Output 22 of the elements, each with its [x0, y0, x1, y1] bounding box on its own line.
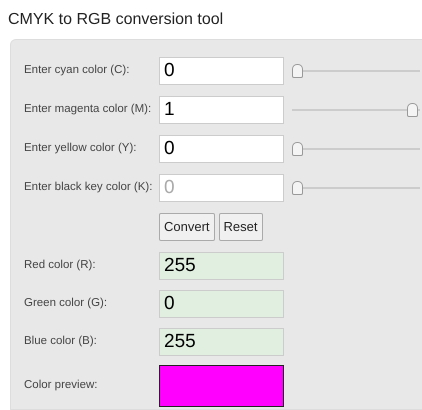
page-title: CMYK to RGB conversion tool [8, 10, 224, 30]
slider-thumb[interactable] [292, 180, 303, 194]
output-field[interactable]: 255 [159, 328, 284, 356]
reset-button[interactable]: Reset [218, 213, 262, 241]
output-field[interactable]: 255 [159, 252, 284, 280]
field-label: Enter cyan color (C): [24, 62, 130, 78]
slider-thumb[interactable] [292, 142, 303, 156]
input-field[interactable]: 0 [159, 56, 284, 84]
field-label: Enter yellow color (Y): [24, 140, 138, 156]
output-field[interactable]: 0 [159, 290, 284, 318]
convert-button[interactable]: Convert [159, 213, 215, 241]
input-field[interactable]: 0 [159, 134, 284, 162]
field-label: Blue color (B): [24, 334, 98, 350]
field-label: Red color (R): [24, 258, 97, 274]
input-field[interactable]: 1 [159, 96, 284, 124]
field-label: Color preview: [24, 378, 98, 394]
field-label: Green color (G): [24, 296, 108, 312]
slider-thumb[interactable] [407, 102, 418, 116]
field-label: Enter black key color (K): [24, 180, 154, 195]
slider-thumb[interactable] [292, 64, 303, 78]
field-label: Enter magenta color (M): [24, 102, 152, 117]
input-field[interactable]: 0 [159, 174, 284, 202]
